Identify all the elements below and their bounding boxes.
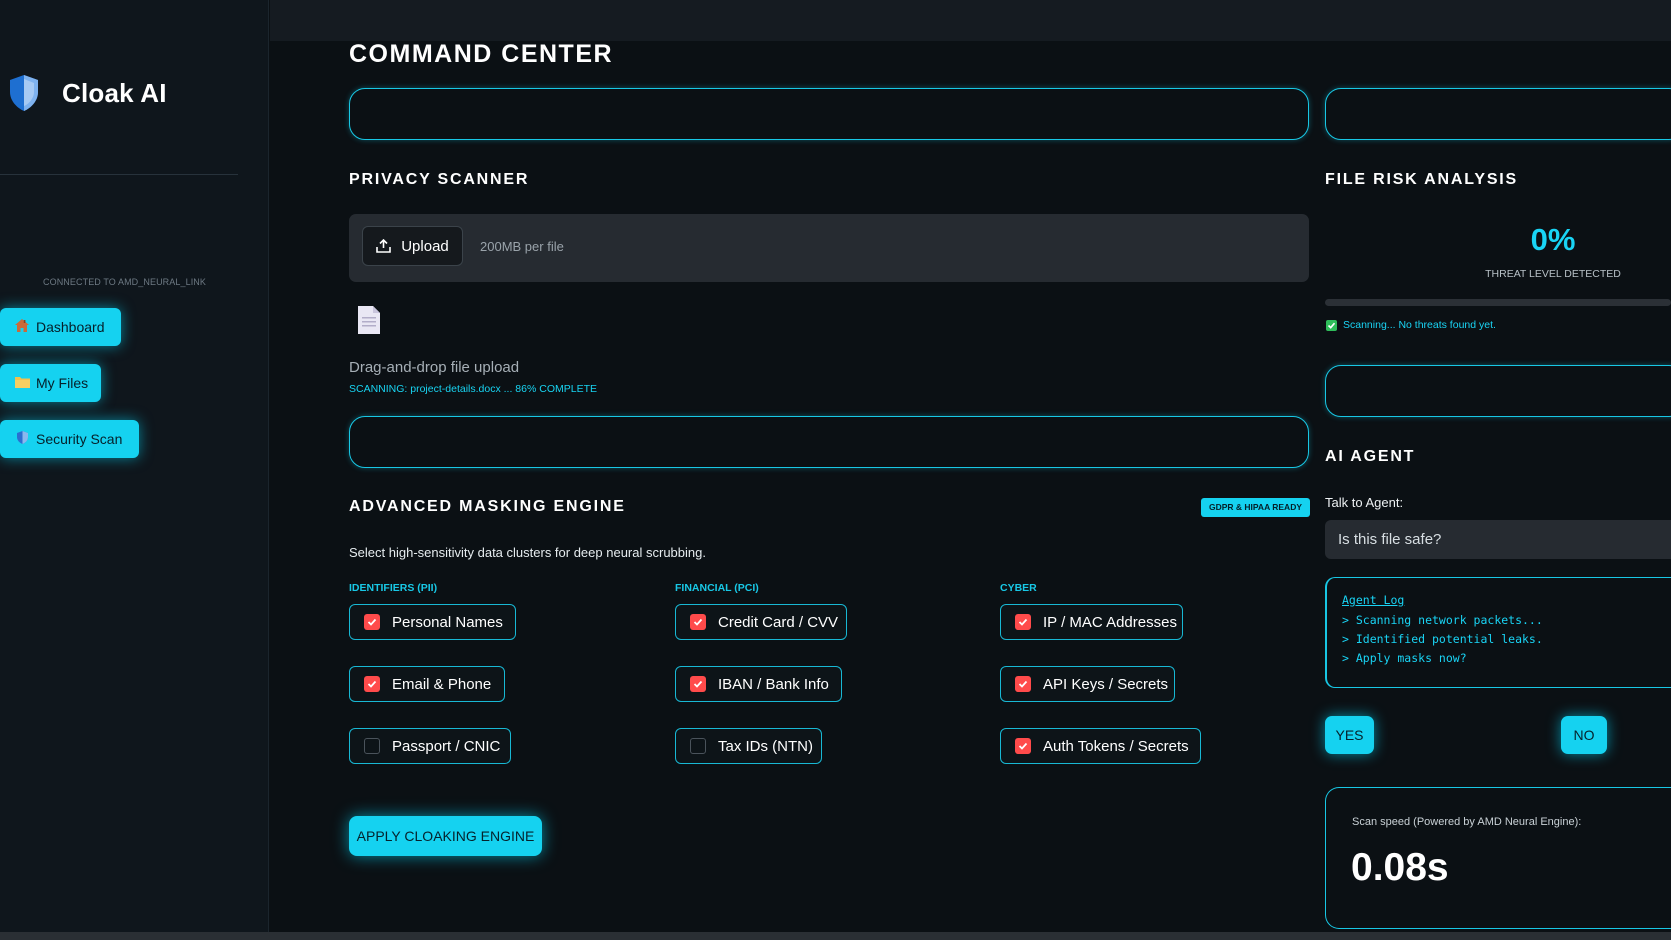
top-bar bbox=[270, 0, 1671, 41]
nav-security-scan-button[interactable]: Security Scan bbox=[0, 420, 139, 458]
option-iban-bank-info[interactable]: IBAN / Bank Info bbox=[675, 666, 842, 702]
dropzone-label: Drag-and-drop file upload bbox=[349, 359, 520, 376]
option-ip-mac-addresses[interactable]: IP / MAC Addresses bbox=[1000, 604, 1183, 640]
page-title: COMMAND CENTER bbox=[349, 40, 614, 68]
scan-speed-label: Scan speed (Powered by AMD Neural Engine… bbox=[1352, 816, 1582, 828]
checkbox[interactable] bbox=[690, 614, 706, 630]
checkbox[interactable] bbox=[1015, 614, 1031, 630]
option-label: Email & Phone bbox=[392, 675, 492, 693]
checkbox[interactable] bbox=[364, 676, 380, 692]
agent-log-title[interactable]: Agent Log bbox=[1342, 593, 1671, 607]
option-auth-tokens-secrets[interactable]: Auth Tokens / Secrets bbox=[1000, 728, 1201, 764]
column-heading-pci: FINANCIAL (PCI) bbox=[675, 582, 759, 594]
app-name: Cloak AI bbox=[62, 77, 167, 108]
shield-logo-icon bbox=[10, 75, 38, 111]
talk-to-agent-label: Talk to Agent: bbox=[1325, 495, 1404, 510]
threat-label: THREAT LEVEL DETECTED bbox=[1485, 268, 1621, 280]
option-tax-ids[interactable]: Tax IDs (NTN) bbox=[675, 728, 822, 764]
no-button[interactable]: NO bbox=[1561, 716, 1607, 754]
agent-log-line: > Scanning network packets... bbox=[1342, 613, 1543, 627]
check-mark-icon bbox=[1326, 319, 1337, 331]
folder-icon bbox=[14, 376, 30, 391]
column-heading-cyber: CYBER bbox=[1000, 582, 1037, 594]
shield-icon bbox=[14, 431, 30, 447]
option-label: IP / MAC Addresses bbox=[1043, 613, 1177, 631]
checkbox[interactable] bbox=[690, 676, 706, 692]
checkbox[interactable] bbox=[1015, 738, 1031, 754]
file-uploader[interactable]: Upload 200MB per file bbox=[349, 214, 1309, 282]
threat-progress-bar bbox=[1325, 299, 1671, 306]
column-heading-pii: IDENTIFIERS (PII) bbox=[349, 582, 438, 594]
option-label: API Keys / Secrets bbox=[1043, 675, 1169, 693]
checkbox[interactable] bbox=[690, 738, 706, 754]
yes-button[interactable]: YES bbox=[1325, 716, 1374, 754]
bottom-bar bbox=[0, 932, 1671, 940]
house-icon bbox=[14, 319, 30, 335]
scanner-output-box[interactable] bbox=[349, 416, 1309, 468]
risk-status-text: Scanning... No threats found yet. bbox=[1343, 319, 1496, 331]
scan-speed-card: Scan speed (Powered by AMD Neural Engine… bbox=[1325, 787, 1671, 929]
option-passport-cnic[interactable]: Passport / CNIC bbox=[349, 728, 511, 764]
agent-log: Agent Log > Scanning network packets... … bbox=[1325, 577, 1671, 688]
compliance-badge: GDPR & HIPAA READY bbox=[1201, 498, 1310, 517]
agent-log-line: > Identified potential leaks. bbox=[1342, 632, 1543, 646]
connection-status: CONNECTED TO AMD_NEURAL_LINK bbox=[43, 277, 207, 287]
option-label: Credit Card / CVV bbox=[718, 613, 839, 631]
upload-icon bbox=[376, 239, 392, 253]
sidebar-divider bbox=[0, 174, 238, 175]
masking-engine-title: ADVANCED MASKING ENGINE bbox=[349, 498, 626, 515]
nav-dashboard-label: Dashboard bbox=[36, 319, 105, 335]
option-label: IBAN / Bank Info bbox=[718, 675, 829, 693]
masking-description: Select high-sensitivity data clusters fo… bbox=[349, 545, 706, 560]
brand: Cloak AI bbox=[8, 74, 167, 112]
option-email-phone[interactable]: Email & Phone bbox=[349, 666, 505, 702]
scan-status-text: SCANNING: project-details.docx ... 86% C… bbox=[349, 383, 597, 395]
option-personal-names[interactable]: Personal Names bbox=[349, 604, 516, 640]
file-risk-title: FILE RISK ANALYSIS bbox=[1325, 171, 1519, 188]
nav-my-files-label: My Files bbox=[36, 375, 89, 391]
option-label: Passport / CNIC bbox=[392, 737, 501, 755]
ai-agent-title: AI AGENT bbox=[1325, 448, 1416, 465]
risk-status: Scanning... No threats found yet. bbox=[1326, 319, 1496, 331]
apply-cloaking-button[interactable]: APPLY CLOAKING ENGINE bbox=[349, 816, 542, 856]
agent-log-line: > Apply masks now? bbox=[1342, 651, 1467, 665]
command-input-box[interactable] bbox=[349, 88, 1309, 140]
upload-button[interactable]: Upload bbox=[362, 226, 463, 266]
option-label: Auth Tokens / Secrets bbox=[1043, 737, 1189, 755]
scan-speed-value: 0.08s bbox=[1351, 846, 1449, 889]
nav-my-files-button[interactable]: My Files bbox=[0, 364, 101, 402]
checkbox[interactable] bbox=[364, 614, 380, 630]
privacy-scanner-title: PRIVACY SCANNER bbox=[349, 171, 530, 188]
option-label: Tax IDs (NTN) bbox=[718, 737, 813, 755]
checkbox[interactable] bbox=[364, 738, 380, 754]
checkbox[interactable] bbox=[1015, 676, 1031, 692]
agent-chat-input[interactable] bbox=[1325, 520, 1671, 559]
threat-percent: 0% bbox=[1530, 222, 1576, 257]
document-icon bbox=[358, 306, 380, 334]
sidebar: Cloak AI CONNECTED TO AMD_NEURAL_LINK Da… bbox=[0, 0, 269, 932]
nav-security-scan-label: Security Scan bbox=[36, 431, 123, 447]
upload-button-label: Upload bbox=[401, 237, 449, 255]
option-credit-card-cvv[interactable]: Credit Card / CVV bbox=[675, 604, 847, 640]
right-mid-box[interactable] bbox=[1325, 365, 1671, 417]
upload-size-limit: 200MB per file bbox=[480, 239, 564, 254]
option-label: Personal Names bbox=[392, 613, 503, 631]
option-api-keys-secrets[interactable]: API Keys / Secrets bbox=[1000, 666, 1175, 702]
right-top-box[interactable] bbox=[1325, 88, 1671, 140]
nav-dashboard-button[interactable]: Dashboard bbox=[0, 308, 121, 346]
